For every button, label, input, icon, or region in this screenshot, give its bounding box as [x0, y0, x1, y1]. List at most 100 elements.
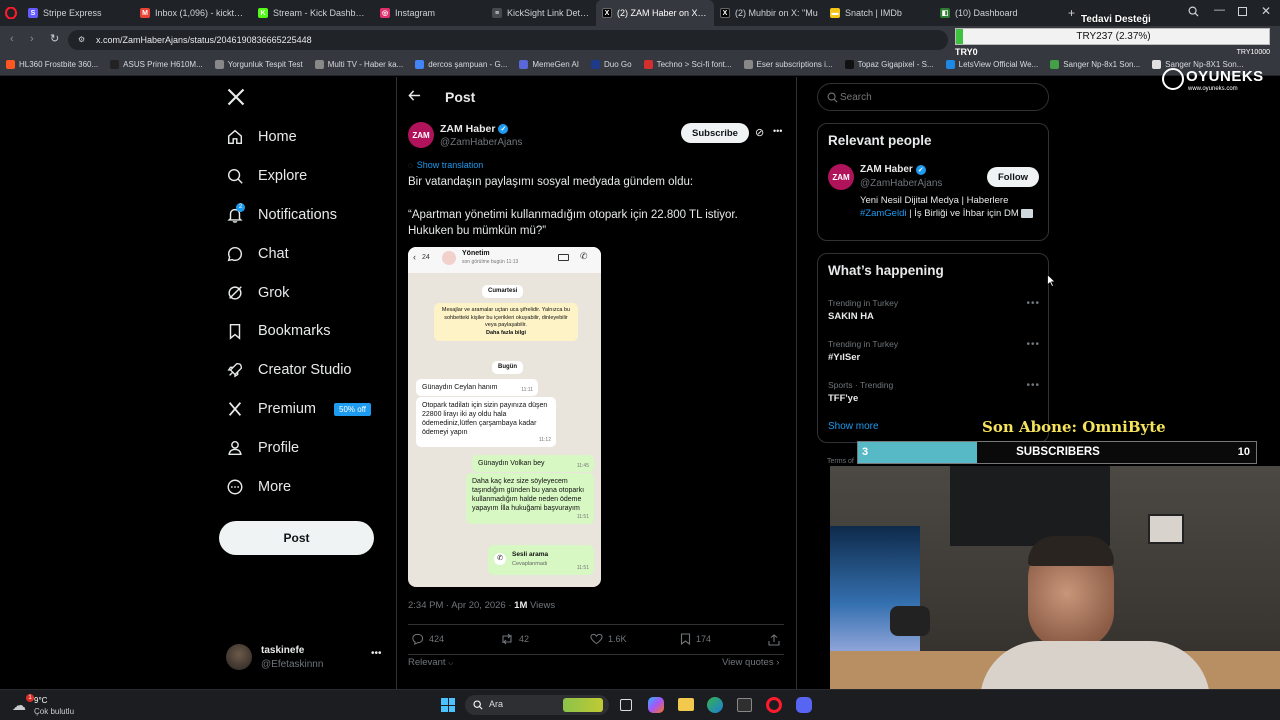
more-dots-icon[interactable]: •••: [371, 648, 382, 659]
person-bio-text: Yeni Nesil Dijital Medya | Haberlere: [860, 195, 1009, 206]
tab-favicon-icon: S: [28, 8, 38, 18]
trend-item[interactable]: Trending in Turkey #YılSer •••: [828, 339, 1040, 373]
nav-item-creator-studio[interactable]: Creator Studio: [226, 358, 352, 382]
store-icon[interactable]: [737, 698, 752, 712]
trend-item[interactable]: Sports · Trending TFF'ye •••: [828, 380, 1040, 414]
nav-item-home[interactable]: Home: [226, 125, 297, 149]
tab-title: Stream - Kick Dashboard: [273, 8, 368, 18]
chat-message-time: 11:51: [576, 514, 589, 520]
author-avatar[interactable]: ZAM: [408, 122, 434, 148]
search-box[interactable]: [817, 83, 1049, 111]
bookmark-item[interactable]: Duo Go: [585, 60, 638, 69]
trend-more-icon[interactable]: •••: [1026, 380, 1040, 391]
post-button[interactable]: Post: [219, 521, 374, 555]
reply-button[interactable]: 424: [411, 633, 444, 645]
author-name[interactable]: ZAM Haber ✓: [440, 123, 509, 135]
bookmark-favicon-icon: [643, 60, 653, 69]
chat-contact-avatar: [442, 251, 456, 265]
trend-more-icon[interactable]: •••: [1026, 339, 1040, 350]
terms-link[interactable]: Terms of: [827, 458, 854, 465]
bio-hashtag-link[interactable]: #ZamGeldi: [860, 208, 906, 219]
trend-item[interactable]: Trending in Turkey SAKIN HA •••: [828, 298, 1040, 332]
back-arrow-icon[interactable]: [408, 89, 421, 107]
chat-back-count: 24: [422, 254, 430, 261]
browser-tab[interactable]: ≡ KickSight Link Detector: [486, 0, 596, 26]
copilot-icon[interactable]: [648, 697, 664, 713]
taskbar-search[interactable]: Ara: [465, 695, 609, 715]
bookmark-item[interactable]: MemeGen AI: [513, 60, 585, 69]
opera-taskbar-icon[interactable]: [766, 697, 782, 713]
nav-item-more[interactable]: More: [226, 475, 291, 499]
reply-sort-dropdown[interactable]: Relevant ⌵: [408, 657, 453, 668]
person-name[interactable]: ZAM Haber ✓: [860, 164, 926, 175]
browser-tab[interactable]: K Stream - Kick Dashboard: [252, 0, 374, 26]
post-timestamp[interactable]: 2:34 PM · Apr 20, 2026 ·: [408, 600, 512, 611]
nav-item-label: Chat: [258, 246, 289, 262]
nav-item-grok[interactable]: Grok: [226, 281, 289, 305]
browser-tab[interactable]: ▬ Snatch | IMDb: [824, 0, 934, 26]
last-subscriber-label: Son Abone: OmniByte: [982, 418, 1166, 436]
view-quotes-link[interactable]: View quotes ›: [722, 657, 779, 668]
opera-logo-icon[interactable]: [0, 0, 22, 26]
trend-more-icon[interactable]: •••: [1026, 298, 1040, 309]
nav-item-profile[interactable]: Profile: [226, 436, 299, 460]
bookmark-item[interactable]: Topaz Gigapixel - S...: [839, 60, 940, 69]
person-avatar[interactable]: ZAM: [828, 164, 854, 190]
trend-title: SAKIN HA: [828, 311, 874, 322]
author-handle[interactable]: @ZamHaberAjans: [440, 137, 522, 148]
chat-message-out-1: Günaydın Volkan bey 11:45: [472, 455, 594, 472]
bookmark-item[interactable]: LetsView Official We...: [940, 60, 1045, 69]
nav-item-premium[interactable]: Premium 50% off: [226, 397, 371, 421]
verified-badge-icon: ✓: [915, 164, 926, 175]
bookmark-item[interactable]: Sanger Np-8x1 Son...: [1044, 60, 1146, 69]
browser-tab[interactable]: X (2) Muhbir on X: "Mu: [714, 0, 824, 26]
nav-item-bookmarks[interactable]: Bookmarks: [226, 319, 331, 343]
back-icon[interactable]: ‹: [10, 33, 14, 45]
tab-favicon-icon: X: [602, 8, 612, 18]
start-button[interactable]: [441, 698, 455, 712]
repost-button[interactable]: 42: [500, 633, 529, 645]
subscribe-button[interactable]: Subscribe: [681, 123, 749, 143]
search-input[interactable]: [840, 89, 1040, 105]
bookmark-item[interactable]: Multi TV - Haber ka...: [309, 60, 409, 69]
post-more-icon[interactable]: •••: [773, 126, 782, 136]
account-switcher[interactable]: taskinefe @Efetaskinnn •••: [226, 643, 386, 673]
site-info-icon[interactable]: ⚙: [78, 35, 85, 44]
url-bar[interactable]: ⚙ x.com/ZamHaberAjans/status/20461908366…: [68, 30, 948, 50]
tab-title: (2) Muhbir on X: "Mu: [735, 8, 818, 18]
donation-bar: TRY237 (2.37%): [955, 28, 1270, 45]
reload-icon[interactable]: ↻: [50, 32, 59, 45]
bookmark-favicon-icon: [945, 60, 955, 69]
grok-icon[interactable]: ⊘: [755, 126, 764, 139]
bookmark-item[interactable]: ASUS Prime H610M...: [104, 60, 209, 69]
browser-tab[interactable]: M Inbox (1,096) - kicktaskinc: [134, 0, 252, 26]
bookmark-item[interactable]: Techno > Sci-fi font...: [638, 60, 738, 69]
nav-item-notifications[interactable]: 2 Notifications: [226, 203, 337, 227]
bookmark-item[interactable]: Eser subscriptions i...: [738, 60, 839, 69]
file-explorer-icon[interactable]: [678, 698, 694, 711]
bookmark-item[interactable]: Yorgunluk Tespit Test: [209, 60, 309, 69]
weather-widget[interactable]: ☁ 1 9°C Çok bulutlu: [12, 693, 102, 719]
like-button[interactable]: 1.6K: [590, 633, 627, 645]
nav-item-explore[interactable]: Explore: [226, 164, 307, 188]
browser-tab[interactable]: S Stripe Express: [22, 0, 134, 26]
show-more-link[interactable]: Show more: [828, 421, 879, 432]
discord-icon[interactable]: [796, 697, 812, 713]
edge-icon[interactable]: [707, 697, 723, 713]
share-icon[interactable]: [768, 633, 780, 651]
bookmark-favicon-icon: [214, 60, 224, 69]
browser-tab[interactable]: X (2) ZAM Haber on X: "Bir: [596, 0, 714, 26]
premium-discount-badge: 50% off: [334, 402, 371, 416]
forward-icon[interactable]: ›: [30, 33, 34, 45]
avatar: [226, 644, 252, 670]
x-logo-icon[interactable]: [226, 87, 246, 112]
task-view-icon[interactable]: [620, 699, 632, 711]
post-image[interactable]: ‹ 24 Yönetim son görülme bugün 11:13 ✆ C…: [408, 247, 601, 587]
show-translation-link[interactable]: ◌ Show translation: [408, 160, 483, 170]
bookmark-item[interactable]: HL360 Frostbite 360...: [0, 60, 104, 69]
follow-button[interactable]: Follow: [987, 167, 1039, 187]
bookmark-item[interactable]: dercos şampuan - G...: [409, 60, 513, 69]
bookmark-button[interactable]: 174: [680, 633, 711, 645]
nav-item-chat[interactable]: Chat: [226, 242, 289, 266]
browser-tab[interactable]: ◎ Instagram: [374, 0, 486, 26]
